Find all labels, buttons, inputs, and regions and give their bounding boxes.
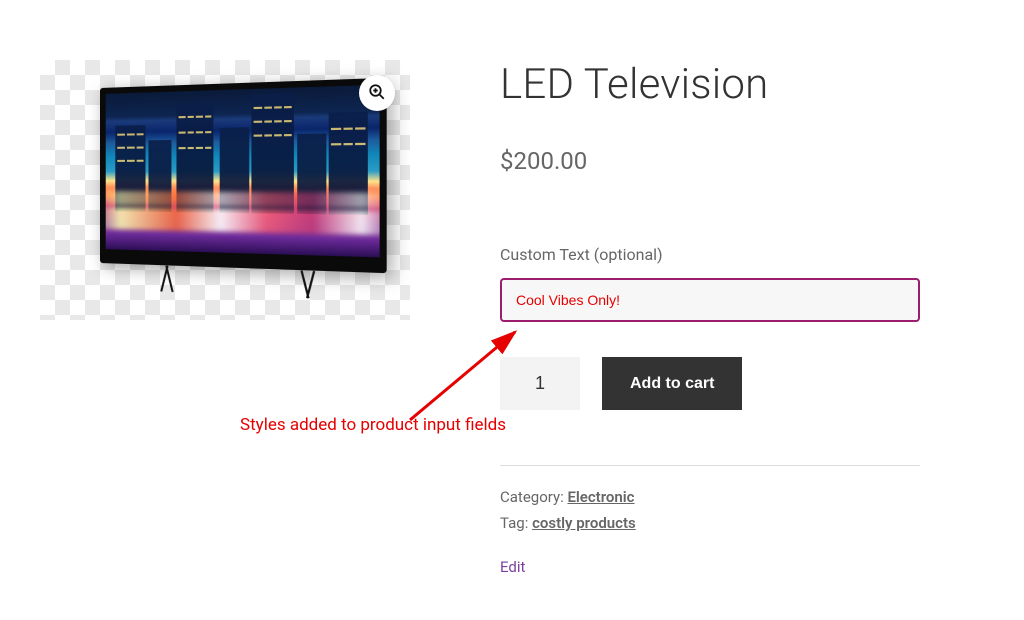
category-link[interactable]: Electronic [567, 488, 634, 506]
category-meta: Category: Electronic [500, 488, 984, 506]
quantity-input[interactable] [500, 357, 580, 410]
category-label: Category: [500, 488, 567, 506]
tag-meta: Tag: costly products [500, 514, 984, 532]
custom-text-input[interactable] [500, 278, 920, 322]
annotation-text: Styles added to product input fields [240, 415, 506, 435]
product-title: LED Television [500, 60, 984, 109]
magnify-plus-icon [368, 83, 386, 104]
zoom-button[interactable] [359, 75, 395, 111]
add-to-cart-button[interactable]: Add to cart [602, 357, 742, 410]
tag-link[interactable]: costly products [532, 514, 636, 532]
product-price: $200.00 [500, 147, 984, 175]
product-summary: LED Television $200.00 Custom Text (opti… [500, 60, 984, 576]
divider [500, 465, 920, 466]
custom-text-label: Custom Text (optional) [500, 245, 984, 264]
tag-label: Tag: [500, 514, 532, 532]
product-image[interactable] [40, 60, 410, 320]
edit-link[interactable]: Edit [500, 558, 525, 576]
product-gallery [40, 60, 410, 576]
